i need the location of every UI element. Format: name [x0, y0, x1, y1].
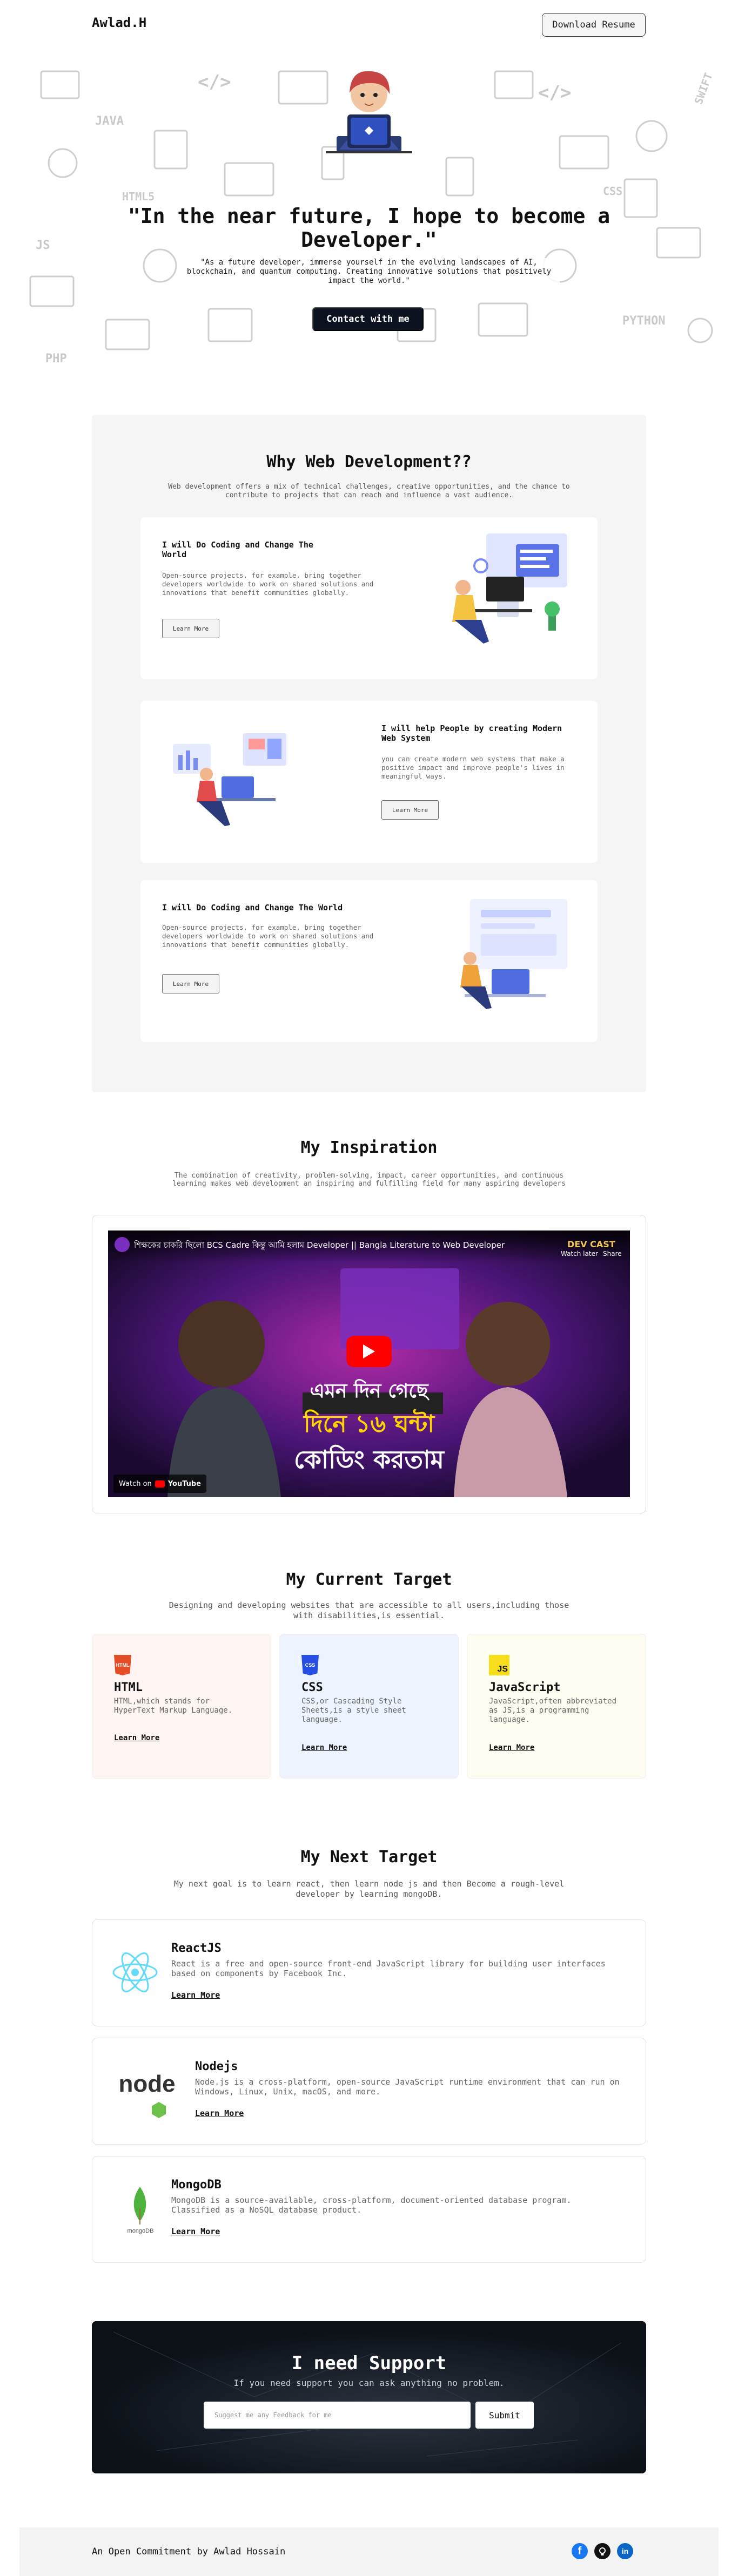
next-learn-more-link[interactable]: Learn More: [171, 2227, 220, 2236]
watch-on-label: Watch on: [119, 1479, 152, 1488]
why-card-title: I will Do Coding and Change The World: [162, 540, 313, 559]
next-card-mongodb: mongoDB MongoDB MongoDB is a source-avai…: [92, 2156, 646, 2263]
current-target-subtitle: Designing and developing websites that a…: [169, 1600, 569, 1620]
github-icon[interactable]: [594, 2543, 610, 2559]
css3-icon: CSS: [301, 1655, 319, 1675]
support-background-art: [92, 2321, 646, 2473]
javascript-icon: JS: [489, 1655, 509, 1675]
learn-more-button[interactable]: Learn More: [381, 800, 439, 820]
why-card-text: Open-source projects, for example, bring…: [162, 571, 374, 597]
mongodb-leaf-icon: [133, 2187, 146, 2225]
next-card-text: Node.js is a cross-platform, open-source…: [195, 2077, 620, 2097]
contact-button[interactable]: Contact with me: [312, 307, 424, 331]
next-card-name: Nodejs: [195, 2060, 238, 2073]
nodejs-logo-icon: node: [118, 2071, 176, 2097]
submit-button[interactable]: Submit: [475, 2402, 534, 2429]
next-learn-more-link[interactable]: Learn More: [195, 2108, 244, 2118]
learn-more-button[interactable]: Learn More: [162, 619, 219, 638]
coding-person-illustration: [452, 533, 567, 644]
learn-more-button[interactable]: Learn More: [162, 974, 219, 993]
hero-subtitle: "As a future developer, immerse yourself…: [178, 258, 560, 286]
next-card-text: React is a free and open-source front-en…: [171, 1959, 606, 1978]
share-button[interactable]: Share: [603, 1250, 622, 1257]
why-card-title: I will help People by creating Modern We…: [381, 724, 562, 743]
download-resume-button[interactable]: Download Resume: [542, 13, 646, 37]
video-banner-line-3: কোডিং করতাম: [294, 1445, 444, 1474]
target-card-text: JavaScript,often abbreviated as JS,is a …: [489, 1697, 617, 1724]
why-card-3: I will Do Coding and Change The World Op…: [140, 880, 598, 1042]
target-card-javascript: JS JavaScript JavaScript,often abbreviat…: [467, 1634, 646, 1779]
why-title: Why Web Development??: [266, 452, 472, 471]
github-cat-glyph: [599, 2547, 606, 2555]
target-learn-more-link[interactable]: Learn More: [114, 1734, 159, 1742]
why-card-title: I will Do Coding and Change The World: [162, 903, 343, 912]
inspiration-subtitle: The combination of creativity, problem-s…: [172, 1172, 566, 1188]
video-title[interactable]: শিক্ষকের চাকরি ছিলো BCS Cadre কিন্তু আমি…: [134, 1239, 545, 1253]
linkedin-icon[interactable]: in: [617, 2543, 633, 2559]
target-learn-more-link[interactable]: Learn More: [489, 1743, 534, 1752]
watch-on-youtube-button[interactable]: Watch on YouTube: [113, 1475, 207, 1493]
channel-avatar[interactable]: [115, 1237, 130, 1252]
feedback-input[interactable]: [204, 2402, 471, 2429]
why-subtitle: Web development offers a mix of technica…: [168, 483, 570, 499]
target-card-name: CSS: [301, 1681, 323, 1694]
next-card-react: ReactJS React is a free and open-source …: [92, 1919, 646, 2026]
video-banner-line-2: দিনে ১৬ ঘন্টা: [304, 1410, 434, 1438]
next-learn-more-link[interactable]: Learn More: [171, 1990, 220, 2000]
video-banner-line-1: এমন দিন গেছে: [310, 1380, 428, 1402]
watch-later-button[interactable]: Watch later: [561, 1250, 598, 1257]
developer-avatar-illustration: [326, 71, 412, 153]
inspiration-title: My Inspiration: [300, 1138, 438, 1157]
target-card-html: HTML HTML HTML,which stands for HyperTex…: [92, 1634, 271, 1779]
current-target-title: My Current Target: [286, 1570, 452, 1589]
youtube-label: YouTube: [167, 1479, 202, 1488]
mongodb-wordmark: mongoDB: [127, 2228, 154, 2234]
next-card-name: MongoDB: [171, 2178, 222, 2192]
play-icon: [363, 1344, 375, 1358]
next-card-text: MongoDB is a source-available, cross-pla…: [171, 2195, 572, 2215]
support-title: I need Support: [291, 2352, 447, 2374]
dashboard-person-illustration: [173, 733, 286, 826]
support-section: [92, 2321, 646, 2473]
next-card-name: ReactJS: [171, 1942, 222, 1955]
hero-quote: "In the near future, I hope to become a …: [128, 204, 610, 252]
next-target-subtitle: My next goal is to learn react, then lea…: [173, 1879, 565, 1899]
html5-icon: HTML: [114, 1655, 131, 1675]
react-logo-icon: [112, 1952, 158, 1992]
nodejs-hexagon-icon: [152, 2102, 166, 2118]
next-card-node: node Nodejs Node.js is a cross-platform,…: [92, 2038, 646, 2145]
why-card-text: you can create modern web systems that m…: [381, 755, 565, 780]
support-subtitle: If you need support you can ask anything…: [233, 2378, 505, 2388]
target-card-css: CSS CSS CSS,or Cascading Style Sheets,is…: [279, 1634, 459, 1779]
why-card-text: Open-source projects, for example, bring…: [162, 923, 374, 949]
youtube-logo-icon: [155, 1480, 165, 1488]
target-card-text: CSS,or Cascading Style Sheets,is a style…: [301, 1697, 406, 1724]
target-card-name: HTML: [114, 1681, 143, 1694]
target-card-text: HTML,which stands for HyperText Markup L…: [114, 1697, 233, 1715]
facebook-icon[interactable]: f: [572, 2543, 588, 2559]
why-card-1: I will Do Coding and Change The World Op…: [140, 517, 598, 679]
target-card-name: JavaScript: [489, 1681, 561, 1694]
footer-text: An Open Commitment by Awlad Hossain: [92, 2546, 286, 2557]
working-person-illustration: [460, 899, 567, 1009]
why-card-2: I will help People by creating Modern We…: [140, 701, 598, 863]
target-learn-more-link[interactable]: Learn More: [301, 1743, 347, 1752]
next-target-title: My Next Target: [300, 1848, 438, 1867]
dev-cast-badge: DEV CAST: [567, 1239, 615, 1249]
youtube-video-embed[interactable]: শিক্ষকের চাকরি ছিলো BCS Cadre কিন্তু আমি…: [108, 1230, 630, 1497]
site-logo[interactable]: Awlad.H: [92, 15, 146, 30]
play-button[interactable]: [346, 1336, 392, 1367]
